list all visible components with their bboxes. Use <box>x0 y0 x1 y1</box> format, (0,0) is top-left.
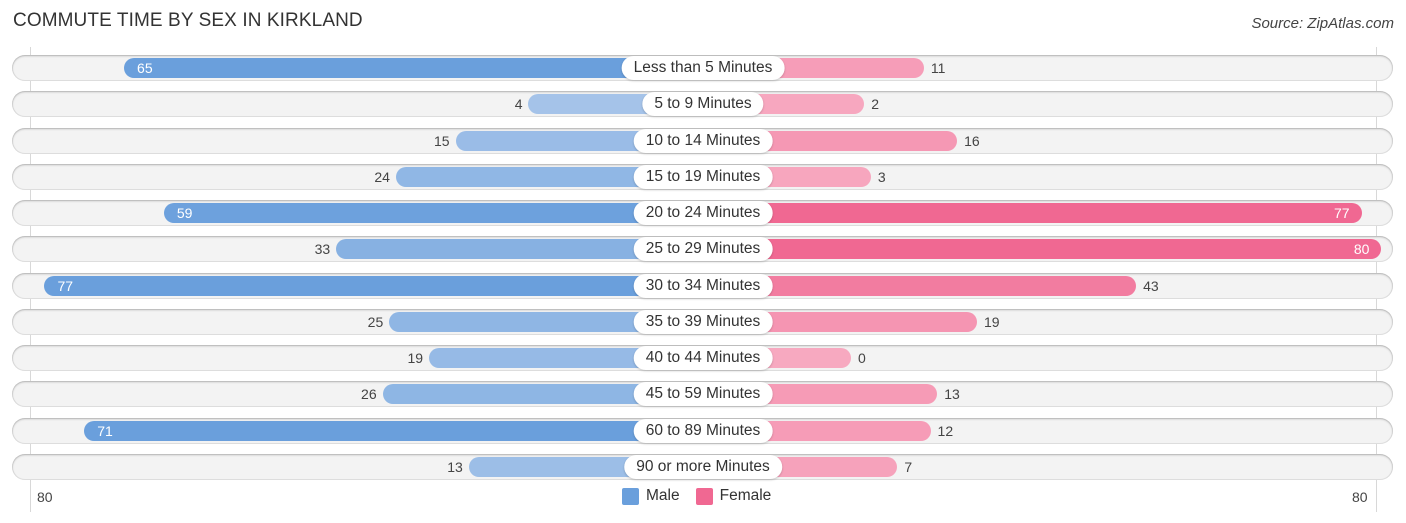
axis-label-left: 80 <box>37 489 53 505</box>
bar-female[interactable] <box>703 203 1362 223</box>
value-label-male: 4 <box>514 96 523 113</box>
value-label-female: 7 <box>904 458 913 475</box>
value-label-female: 80 <box>1353 241 1370 258</box>
chart-title: COMMUTE TIME BY SEX IN KIRKLAND <box>13 10 363 31</box>
category-label: 25 to 29 Minutes <box>633 237 773 262</box>
category-label: 90 or more Minutes <box>624 454 782 479</box>
value-label-male: 65 <box>137 60 153 76</box>
value-label-male: 59 <box>176 205 193 221</box>
value-label-female: 77 <box>1333 205 1350 221</box>
bar-male[interactable] <box>163 203 703 223</box>
value-label-female: 16 <box>964 132 980 149</box>
value-label-male: 15 <box>433 132 450 149</box>
value-label-female: 0 <box>858 350 866 366</box>
category-label: 45 to 59 Minutes <box>633 382 773 407</box>
bar-male[interactable] <box>124 58 703 78</box>
value-label-female: 12 <box>937 422 954 439</box>
category-label: 20 to 24 Minutes <box>633 201 773 225</box>
category-label: Less than 5 Minutes <box>621 56 785 80</box>
value-label-female: 19 <box>983 313 1000 330</box>
legend: Male Female <box>622 487 787 505</box>
legend-label-female: Female <box>719 487 772 504</box>
category-label: 10 to 14 Minutes <box>633 128 773 153</box>
legend-label-male: Male <box>646 487 680 504</box>
category-label: 40 to 44 Minutes <box>633 346 773 370</box>
value-label-male: 19 <box>407 350 424 366</box>
value-label-male: 26 <box>361 386 377 403</box>
legend-swatch-female <box>695 487 713 505</box>
category-label: 60 to 89 Minutes <box>633 418 773 443</box>
category-label: 15 to 19 Minutes <box>633 164 773 189</box>
value-label-female: 11 <box>930 60 946 76</box>
value-label-male: 24 <box>374 168 390 185</box>
category-label: 35 to 39 Minutes <box>633 309 773 334</box>
value-label-male: 77 <box>57 277 74 294</box>
value-label-female: 13 <box>944 386 960 403</box>
bar-male[interactable] <box>44 275 703 296</box>
bar-male[interactable] <box>84 420 703 441</box>
value-label-male: 33 <box>314 241 331 258</box>
value-label-male: 13 <box>447 458 463 475</box>
source-label: Source: ZipAtlas.com <box>1251 15 1394 32</box>
legend-item-male[interactable]: Male <box>622 487 680 505</box>
value-label-female: 2 <box>871 96 880 113</box>
bar-female[interactable] <box>703 239 1382 260</box>
value-label-male: 71 <box>97 422 113 439</box>
legend-item-female[interactable]: Female <box>695 487 772 505</box>
category-label: 5 to 9 Minutes <box>642 92 764 117</box>
value-label-female: 43 <box>1143 277 1159 294</box>
category-label: 30 to 34 Minutes <box>633 273 773 298</box>
value-label-female: 3 <box>877 168 886 185</box>
axis-label-right: 80 <box>1352 489 1368 505</box>
legend-swatch-male <box>622 487 639 505</box>
value-label-male: 25 <box>367 313 384 330</box>
